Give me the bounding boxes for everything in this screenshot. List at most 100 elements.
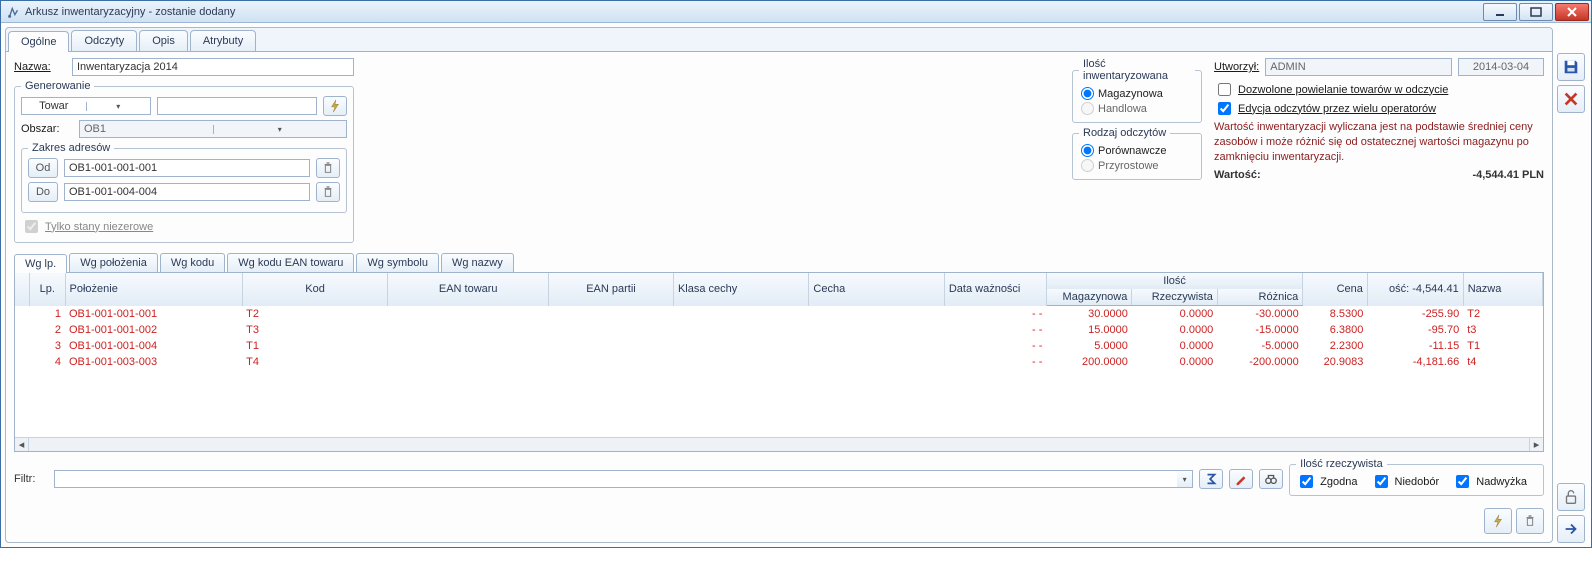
arrow-right-icon bbox=[1562, 520, 1580, 538]
tab-wg-kodu-ean[interactable]: Wg kodu EAN towaru bbox=[227, 253, 354, 272]
utworzyl-label: Utworzył: bbox=[1214, 61, 1259, 73]
floppy-icon bbox=[1562, 58, 1580, 76]
lightning-icon bbox=[328, 99, 342, 113]
gen-type-value: Towar bbox=[22, 100, 86, 112]
grid-tabs: Wg lp. Wg położenia Wg kodu Wg kodu EAN … bbox=[14, 253, 1544, 273]
chk-niedobor[interactable]: Niedobór bbox=[1371, 472, 1440, 491]
tab-wg-symbolu[interactable]: Wg symbolu bbox=[356, 253, 439, 272]
grid-hscroll[interactable]: ◂ ▸ bbox=[15, 437, 1543, 451]
th-cena[interactable]: Cena bbox=[1303, 273, 1368, 306]
obszar-combo[interactable]: OB1 ▾ bbox=[79, 120, 347, 138]
action-run-button[interactable] bbox=[1484, 508, 1512, 534]
th-nazwa[interactable]: Nazwa bbox=[1463, 273, 1542, 306]
zakres-legend: Zakres adresów bbox=[28, 142, 114, 154]
th-dataw[interactable]: Data ważności bbox=[944, 273, 1046, 306]
close-icon bbox=[1562, 90, 1580, 108]
od-clear-button[interactable] bbox=[316, 158, 340, 178]
tab-wg-kodu[interactable]: Wg kodu bbox=[160, 253, 225, 272]
table-row[interactable]: 1OB1-001-001-001T2- -30.00000.0000-30.00… bbox=[15, 306, 1543, 323]
th-il-rzecz[interactable]: Rzeczywista bbox=[1132, 289, 1217, 306]
window-maximize-button[interactable] bbox=[1519, 3, 1553, 21]
chk-powielanie[interactable]: Dozwolone powielanie towarów w odczycie bbox=[1214, 80, 1544, 99]
sigma-icon bbox=[1204, 472, 1218, 486]
tylko-stany-box bbox=[25, 220, 38, 233]
th-il-mag[interactable]: Magazynowa bbox=[1046, 289, 1131, 306]
generowanie-legend: Generowanie bbox=[21, 80, 94, 92]
filtr-dropdown[interactable]: ▾ bbox=[1177, 470, 1193, 488]
rodzaj-group: Rodzaj odczytów Porównawcze Przyrostowe bbox=[1072, 127, 1202, 180]
pencil-icon bbox=[1234, 472, 1248, 486]
tab-wg-polozenia[interactable]: Wg położenia bbox=[69, 253, 158, 272]
tab-wg-nazwy[interactable]: Wg nazwy bbox=[441, 253, 514, 272]
zakres-group: Zakres adresów Od Do bbox=[21, 142, 347, 213]
ilosc-magazynowa[interactable]: Magazynowa bbox=[1079, 86, 1195, 101]
table-row[interactable]: 4OB1-001-003-003T4- -200.00000.0000-200.… bbox=[15, 354, 1543, 370]
lock-open-icon bbox=[1562, 488, 1580, 506]
th-eanp[interactable]: EAN partii bbox=[548, 273, 673, 306]
rodzaj-legend: Rodzaj odczytów bbox=[1079, 127, 1170, 139]
gen-run-button[interactable] bbox=[323, 96, 347, 116]
gen-extra-input[interactable] bbox=[157, 97, 317, 115]
do-button[interactable]: Do bbox=[28, 182, 58, 202]
side-save-button[interactable] bbox=[1557, 53, 1585, 81]
chevron-down-icon: ▾ bbox=[86, 102, 151, 111]
grid-wrap: Lp. Położenie Kod EAN towaru EAN partii … bbox=[14, 272, 1544, 452]
tylko-stany-checkbox[interactable]: Tylko stany niezerowe bbox=[21, 217, 347, 236]
data-value bbox=[1458, 58, 1544, 76]
app-icon bbox=[7, 5, 21, 19]
tab-odczyty[interactable]: Odczyty bbox=[71, 30, 137, 51]
nazwa-label: Nazwa: bbox=[14, 61, 66, 73]
tab-ogolne[interactable]: Ogólne bbox=[8, 31, 69, 52]
trash-icon bbox=[321, 161, 335, 175]
side-lock-button[interactable] bbox=[1557, 483, 1585, 511]
th-ean[interactable]: EAN towaru bbox=[388, 273, 548, 306]
do-clear-button[interactable] bbox=[316, 182, 340, 202]
window-minimize-button[interactable] bbox=[1483, 3, 1517, 21]
tab-opis[interactable]: Opis bbox=[139, 30, 188, 51]
ilosc-rzeczywista-legend: Ilość rzeczywista bbox=[1296, 458, 1387, 470]
th-klasa[interactable]: Klasa cechy bbox=[673, 273, 808, 306]
trash-icon bbox=[321, 185, 335, 199]
ilosc-handlowa[interactable]: Handlowa bbox=[1079, 101, 1195, 116]
do-input[interactable] bbox=[64, 183, 310, 201]
filtr-sum-button[interactable] bbox=[1199, 469, 1223, 489]
th-lp[interactable]: Lp. bbox=[30, 273, 65, 306]
tab-wg-lp[interactable]: Wg lp. bbox=[14, 254, 67, 273]
tab-atrybuty[interactable]: Atrybuty bbox=[190, 30, 256, 51]
filtr-input[interactable] bbox=[54, 470, 1177, 488]
th-polozenie[interactable]: Położenie bbox=[65, 273, 242, 306]
rodzaj-porownawcze[interactable]: Porównawcze bbox=[1079, 143, 1195, 158]
th-cecha[interactable]: Cecha bbox=[809, 273, 944, 306]
filtr-search-button[interactable] bbox=[1259, 469, 1283, 489]
th-osc[interactable]: ość: -4,544.41 bbox=[1367, 273, 1463, 306]
rodzaj-przyrostowe[interactable]: Przyrostowe bbox=[1079, 158, 1195, 173]
window-close-button[interactable] bbox=[1555, 3, 1589, 21]
table-row[interactable]: 2OB1-001-001-002T3- -15.00000.0000-15.00… bbox=[15, 322, 1543, 338]
utworzyl-value bbox=[1265, 58, 1452, 76]
wartosc-note: Wartość inwentaryzacji wyliczana jest na… bbox=[1214, 120, 1544, 165]
nazwa-input[interactable] bbox=[72, 58, 354, 76]
filtr-edit-button[interactable] bbox=[1229, 469, 1253, 489]
od-button[interactable]: Od bbox=[28, 158, 58, 178]
th-ilosc-group[interactable]: Ilość bbox=[1046, 273, 1302, 289]
side-more-button[interactable] bbox=[1557, 515, 1585, 543]
chk-edycja[interactable]: Edycja odczytów przez wielu operatorów bbox=[1214, 99, 1544, 118]
od-input[interactable] bbox=[64, 159, 310, 177]
scroll-left-icon[interactable]: ◂ bbox=[15, 438, 29, 451]
obszar-value: OB1 bbox=[80, 123, 213, 135]
trash-icon bbox=[1523, 514, 1537, 528]
main-tabs: Ogólne Odczyty Opis Atrybuty bbox=[6, 28, 1552, 52]
grid-scroll[interactable]: Lp. Położenie Kod EAN towaru EAN partii … bbox=[15, 273, 1543, 437]
scroll-right-icon[interactable]: ▸ bbox=[1529, 438, 1543, 451]
chk-zgodna[interactable]: Zgodna bbox=[1296, 472, 1357, 491]
chk-nadwyzka[interactable]: Nadwyżka bbox=[1452, 472, 1527, 491]
scroll-track[interactable] bbox=[29, 438, 1529, 451]
action-delete-button[interactable] bbox=[1516, 508, 1544, 534]
table-row[interactable]: 3OB1-001-001-004T1- -5.00000.0000-5.0000… bbox=[15, 338, 1543, 354]
side-cancel-button[interactable] bbox=[1557, 85, 1585, 113]
th-il-rozn[interactable]: Różnica bbox=[1217, 289, 1302, 306]
th-kod[interactable]: Kod bbox=[242, 273, 388, 306]
wartosc-label: Wartość: bbox=[1214, 169, 1261, 181]
grid-table: Lp. Położenie Kod EAN towaru EAN partii … bbox=[15, 273, 1543, 370]
gen-type-combo[interactable]: Towar ▾ bbox=[21, 97, 151, 115]
